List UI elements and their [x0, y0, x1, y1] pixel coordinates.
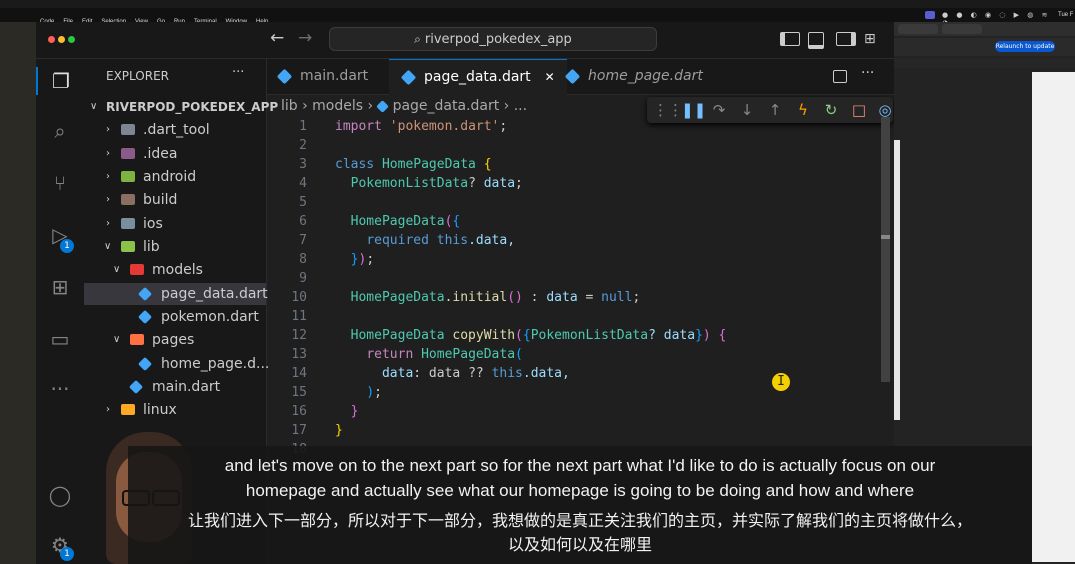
idea-folder-icon — [121, 148, 135, 159]
tree-item-build[interactable]: › build — [84, 189, 266, 211]
ios-folder-icon — [121, 218, 135, 229]
dart-file-icon — [375, 99, 389, 113]
toggle-panel-icon[interactable] — [808, 32, 824, 49]
tree-item-models[interactable]: ∨ models — [84, 259, 266, 281]
pages-folder-icon — [130, 334, 144, 345]
remote-explorer-icon[interactable]: ▭ — [46, 325, 74, 353]
tree-item-ios[interactable]: › ios — [84, 213, 266, 235]
desktop-background-left — [0, 22, 36, 564]
tree-item-idea[interactable]: › .idea — [84, 143, 266, 165]
code-editor[interactable]: 1 2 3 4 5 6 7 8 9 10 11 12 13 14 15 16 1… — [267, 117, 881, 457]
lib-folder-icon — [121, 241, 135, 252]
status-app-icon[interactable] — [925, 11, 935, 19]
menubar-clock: Tue F — [1058, 12, 1074, 18]
crumb-lib[interactable]: lib — [281, 98, 298, 114]
dart-file-icon — [128, 379, 144, 395]
tree-item-page-data[interactable]: page_data.dart — [84, 283, 268, 305]
close-tab-icon[interactable]: ✕ — [545, 70, 555, 84]
tree-item-android[interactable]: › android — [84, 166, 266, 188]
tab-page-data-dart[interactable]: page_data.dart ✕ — [389, 59, 567, 95]
back-arrow-icon[interactable]: ← — [270, 28, 284, 48]
subtitle-chinese-line-2: 以及如何以及在哪里 — [507, 535, 652, 554]
subtitle-chinese-line-1: 让我们进入下一部分，所以对于下一部分，我想做的是真正关注我们的主页，并实际了解我… — [187, 511, 972, 530]
models-folder-icon — [130, 264, 144, 275]
code-line-17: } — [335, 423, 343, 438]
account-icon[interactable]: ◯ — [46, 481, 74, 509]
activity-bar: ❐ ⌕ ⑂ ▷ 1 ⊞ ▭ ··· ◯ ⚙ 1 — [36, 59, 85, 564]
code-line-12: HomePageData copyWith({PokemonListData? … — [350, 328, 727, 343]
minimize-window-button[interactable] — [58, 36, 65, 43]
code-line-16: } — [350, 404, 359, 419]
dart-file-icon — [276, 68, 293, 84]
subtitle-box: and let's move on to the next part so fo… — [128, 446, 1032, 564]
explorer-more-button[interactable]: ··· — [232, 65, 244, 80]
source-control-icon[interactable]: ⑂ — [46, 169, 74, 197]
dart-file-icon — [400, 69, 417, 85]
maximize-window-button[interactable] — [68, 36, 75, 43]
run-debug-badge: 1 — [60, 239, 74, 253]
tab-home-page-dart[interactable]: home_page.dart — [564, 59, 703, 94]
code-line-15: ); — [366, 385, 382, 400]
tree-item-lib[interactable]: ∨ lib — [84, 236, 266, 258]
crumb-models[interactable]: models — [312, 98, 363, 114]
search-icon: ⌕ — [414, 32, 421, 46]
crumb-file[interactable]: page_data.dart — [393, 98, 500, 114]
folder-icon — [121, 124, 135, 135]
extensions-icon[interactable]: ⊞ — [46, 273, 74, 301]
dart-file-icon — [137, 356, 153, 372]
title-bar: ← → ⌕ riverpod_pokedex_app ⊞ — [36, 22, 894, 59]
mac-menubar: CodeFileEditSelectionViewGoRunTerminalWi… — [0, 8, 1075, 27]
customize-layout-icon[interactable]: ⊞ — [864, 31, 876, 47]
editor-scrollbar[interactable] — [876, 117, 890, 457]
dart-file-icon — [137, 286, 153, 302]
status-icons: ● ● ◐ ◉ ◌ ▶ ◍ ≋ ◔ — [942, 11, 1051, 27]
forward-arrow-icon[interactable]: → — [298, 28, 312, 48]
tree-item-pages[interactable]: ∨ pages — [84, 329, 266, 351]
tree-root-folder[interactable]: ∨ RIVERPOD_POKEDEX_APP — [84, 96, 278, 118]
split-editor-icon[interactable] — [833, 70, 847, 83]
android-folder-icon — [121, 171, 135, 182]
search-icon[interactable]: ⌕ — [46, 117, 74, 145]
code-line-6: HomePageData({ — [350, 214, 461, 229]
subtitle-english-line-2: homepage and actually see what our homep… — [245, 481, 915, 500]
explorer-title: EXPLORER — [106, 69, 169, 83]
tree-item-home-page[interactable]: home_page.d... — [84, 353, 269, 375]
text-cursor-icon: I — [772, 373, 790, 391]
tree-item-pokemon[interactable]: pokemon.dart — [84, 306, 266, 328]
dart-file-icon — [137, 309, 153, 325]
code-line-7: required this.data, — [366, 233, 516, 248]
code-line-13: return HomePageData( — [366, 347, 523, 362]
code-line-8: }); — [350, 252, 375, 267]
subtitle-english-line-1: and let's move on to the next part so fo… — [224, 456, 936, 475]
command-center-search[interactable]: ⌕ riverpod_pokedex_app — [329, 27, 657, 51]
tree-item-dart-tool[interactable]: › .dart_tool — [84, 119, 266, 141]
code-line-10: HomePageData.initial() : data = null; — [350, 290, 641, 305]
tab-main-dart[interactable]: main.dart — [276, 59, 368, 94]
dart-file-icon — [564, 68, 581, 84]
more-views-icon[interactable]: ··· — [46, 375, 74, 403]
crumb-symbol[interactable]: ... — [514, 98, 527, 114]
editor-tabs: main.dart page_data.dart ✕ home_page.dart… — [267, 59, 894, 95]
settings-badge: 1 — [60, 547, 74, 561]
editor-more-icon[interactable]: ··· — [861, 65, 874, 81]
toggle-secondary-sidebar-icon[interactable] — [836, 32, 856, 46]
relaunch-button[interactable]: Relaunch to update — [995, 41, 1055, 52]
tree-root-label: RIVERPOD_POKEDEX_APP — [106, 100, 279, 114]
tree-item-main[interactable]: main.dart — [84, 376, 266, 398]
build-folder-icon — [121, 194, 135, 205]
toggle-sidebar-icon[interactable] — [780, 32, 800, 46]
close-window-button[interactable] — [48, 36, 55, 43]
code-line-3: class HomePageData { — [335, 157, 492, 172]
explorer-files-icon[interactable]: ❐ — [36, 67, 84, 95]
tree-item-linux[interactable]: › linux — [84, 399, 266, 421]
code-line-14: data: data ?? this.data, — [381, 366, 570, 381]
breadcrumb: lib › models › page_data.dart › ... — [281, 98, 528, 114]
code-line-4: PokemonListData? data; — [350, 176, 523, 191]
linux-folder-icon — [121, 404, 135, 415]
code-line-1: import 'pokemon.dart'; — [335, 119, 508, 134]
search-label: riverpod_pokedex_app — [424, 32, 572, 47]
